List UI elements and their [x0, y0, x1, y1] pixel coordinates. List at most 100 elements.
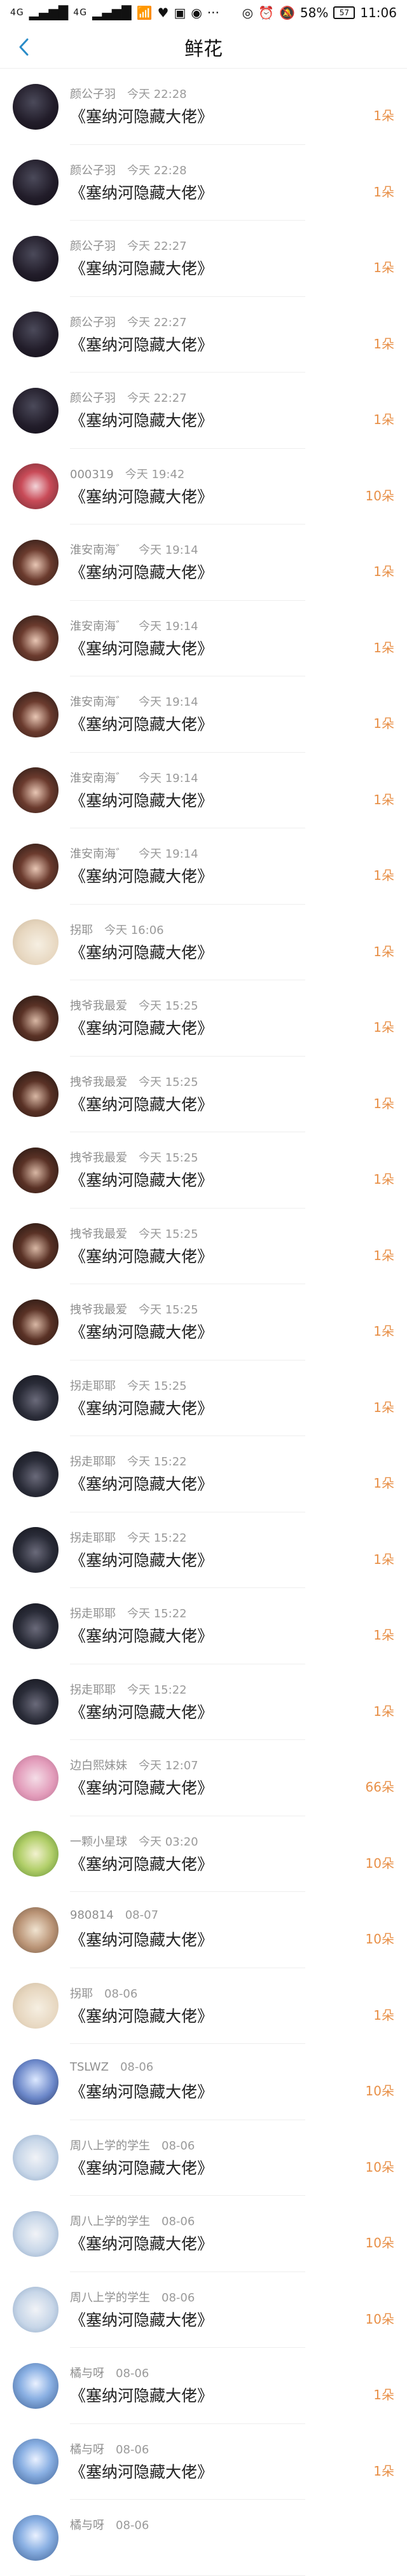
- list-item[interactable]: 周八上学的学生 08-06 《塞纳河隐藏大佬》 10朵: [0, 2120, 407, 2196]
- list-item[interactable]: 000319 今天 19:42 《塞纳河隐藏大佬》 10朵: [0, 449, 407, 525]
- list-item[interactable]: 拐耶 08-06 《塞纳河隐藏大佬》 1朵: [0, 1968, 407, 2045]
- list-item[interactable]: 淮安南海゛ 今天 19:14 《塞纳河隐藏大佬》 1朵: [0, 524, 407, 601]
- avatar[interactable]: [13, 2210, 59, 2257]
- row-body: 颜公子羽 今天 22:27 《塞纳河隐藏大佬》 1朵: [70, 297, 394, 373]
- list-item[interactable]: 橘与呀 08-06 《塞纳河隐藏大佬》 1朵: [0, 2348, 407, 2424]
- avatar[interactable]: [13, 1679, 59, 1725]
- row-body: 拐走耶耶 今天 15:22 《塞纳河隐藏大佬》 1朵: [70, 1664, 394, 1741]
- list-item[interactable]: 拽爷我最爱 今天 15:25 《塞纳河隐藏大佬》 1朵: [0, 1209, 407, 1285]
- avatar[interactable]: [13, 387, 59, 434]
- flower-count: 1朵: [373, 1551, 394, 1567]
- book-title: 《塞纳河隐藏大佬》: [70, 1779, 214, 1797]
- row-meta: 拐走耶耶 今天 15:22: [70, 1681, 187, 1697]
- avatar[interactable]: [13, 1527, 59, 1573]
- avatar[interactable]: [13, 767, 59, 814]
- book-title: 《塞纳河隐藏大佬》: [70, 259, 214, 278]
- avatar[interactable]: [13, 2135, 59, 2181]
- row-meta: 淮安南海゛ 今天 19:14: [70, 693, 198, 709]
- avatar[interactable]: [13, 463, 59, 510]
- list-item[interactable]: 周八上学的学生 08-06 《塞纳河隐藏大佬》 10朵: [0, 2196, 407, 2272]
- flower-count: 1朵: [373, 2007, 394, 2023]
- row-body: 拐走耶耶 今天 15:22 《塞纳河隐藏大佬》 1朵: [70, 1512, 394, 1589]
- sender-name: 拐走耶耶: [70, 1455, 116, 1469]
- list-item[interactable]: 980814 08-07 《塞纳河隐藏大佬》 10朵: [0, 1892, 407, 1968]
- list-item[interactable]: 拐耶 今天 16:06 《塞纳河隐藏大佬》 1朵: [0, 905, 407, 981]
- list-item[interactable]: 淮安南海゛ 今天 19:14 《塞纳河隐藏大佬》 1朵: [0, 601, 407, 677]
- row-meta: TSLWZ 08-06: [70, 2060, 153, 2074]
- avatar[interactable]: [13, 1299, 59, 1345]
- avatar[interactable]: [13, 1907, 59, 1953]
- row-body: 拐耶 08-06 《塞纳河隐藏大佬》 1朵: [70, 1968, 394, 2045]
- list-item[interactable]: 颜公子羽 今天 22:27 《塞纳河隐藏大佬》 1朵: [0, 373, 407, 449]
- list-item[interactable]: 淮安南海゛ 今天 19:14 《塞纳河隐藏大佬》 1朵: [0, 828, 407, 905]
- row-meta: 周八上学的学生 08-06: [70, 2212, 195, 2229]
- heart-icon: ♥: [157, 5, 169, 20]
- list-item[interactable]: 拽爷我最爱 今天 15:25 《塞纳河隐藏大佬》 1朵: [0, 1284, 407, 1360]
- avatar[interactable]: [13, 160, 59, 206]
- send-time: 08-06: [116, 2367, 149, 2380]
- list-item[interactable]: 拽爷我最爱 今天 15:25 《塞纳河隐藏大佬》 1朵: [0, 1057, 407, 1133]
- send-time: 今天 16:06: [104, 923, 164, 937]
- avatar[interactable]: [13, 1375, 59, 1422]
- list-item[interactable]: TSLWZ 08-06 《塞纳河隐藏大佬》 10朵: [0, 2044, 407, 2120]
- list-item[interactable]: 拐走耶耶 今天 15:22 《塞纳河隐藏大佬》 1朵: [0, 1512, 407, 1589]
- book-title: 《塞纳河隐藏大佬》: [70, 335, 214, 354]
- eye-icon: ◎: [242, 5, 254, 20]
- list-item[interactable]: 橘与呀 08-06 《塞纳河隐藏大佬》 1朵: [0, 2424, 407, 2500]
- avatar[interactable]: [13, 2287, 59, 2333]
- chevron-left-icon: [19, 38, 29, 56]
- avatar[interactable]: [13, 312, 59, 358]
- avatar[interactable]: [13, 235, 59, 282]
- list-item[interactable]: 颜公子羽 今天 22:28 《塞纳河隐藏大佬》 1朵: [0, 69, 407, 145]
- book-title: 《塞纳河隐藏大佬》: [70, 563, 214, 582]
- list-item[interactable]: 颜公子羽 今天 22:28 《塞纳河隐藏大佬》 1朵: [0, 145, 407, 221]
- list-item[interactable]: 拐走耶耶 今天 15:22 《塞纳河隐藏大佬》 1朵: [0, 1588, 407, 1664]
- list-item[interactable]: 颜公子羽 今天 22:27 《塞纳河隐藏大佬》 1朵: [0, 297, 407, 373]
- avatar[interactable]: [13, 1831, 59, 1877]
- avatar[interactable]: [13, 2439, 59, 2485]
- send-time: 今天 19:14: [139, 771, 198, 785]
- list-item[interactable]: 拐走耶耶 今天 15:25 《塞纳河隐藏大佬》 1朵: [0, 1360, 407, 1437]
- list-item[interactable]: 一颗小星球 今天 03:20 《塞纳河隐藏大佬》 10朵: [0, 1816, 407, 1893]
- send-time: 08-06: [116, 2442, 149, 2456]
- avatar[interactable]: [13, 2362, 59, 2409]
- list-item[interactable]: 拐走耶耶 今天 15:22 《塞纳河隐藏大佬》 1朵: [0, 1664, 407, 1741]
- list-item[interactable]: 颜公子羽 今天 22:27 《塞纳河隐藏大佬》 1朵: [0, 221, 407, 297]
- row-meta: 拐耶 08-06: [70, 1985, 137, 2001]
- avatar[interactable]: [13, 83, 59, 130]
- avatar[interactable]: [13, 1223, 59, 1270]
- list-item[interactable]: 橘与呀 08-06: [0, 2500, 407, 2576]
- avatar[interactable]: [13, 995, 59, 1041]
- row-meta: 淮安南海゛ 今天 19:14: [70, 617, 198, 634]
- avatar[interactable]: [13, 1603, 59, 1649]
- avatar[interactable]: [13, 615, 59, 662]
- avatar[interactable]: [13, 539, 59, 586]
- list-item[interactable]: 周八上学的学生 08-06 《塞纳河隐藏大佬》 10朵: [0, 2272, 407, 2348]
- avatar[interactable]: [13, 691, 59, 737]
- list-item[interactable]: 拽爷我最爱 今天 15:25 《塞纳河隐藏大佬》 1朵: [0, 1132, 407, 1209]
- flower-count: 1朵: [373, 1247, 394, 1263]
- list-item[interactable]: 淮安南海゛ 今天 19:14 《塞纳河隐藏大佬》 1朵: [0, 676, 407, 753]
- book-title: 《塞纳河隐藏大佬》: [70, 2235, 214, 2253]
- list-item[interactable]: 拽爷我最爱 今天 15:25 《塞纳河隐藏大佬》 1朵: [0, 980, 407, 1057]
- list-item[interactable]: 淮安南海゛ 今天 19:14 《塞纳河隐藏大佬》 1朵: [0, 753, 407, 829]
- avatar[interactable]: [13, 1983, 59, 2029]
- list-item[interactable]: 边白熙妹妹 今天 12:07 《塞纳河隐藏大佬》 66朵: [0, 1740, 407, 1816]
- row-meta: 橘与呀 08-06: [70, 2441, 149, 2457]
- send-time: 08-06: [116, 2519, 149, 2532]
- sender-name: 淮安南海゛: [70, 695, 127, 709]
- avatar[interactable]: [13, 919, 59, 966]
- avatar[interactable]: [13, 843, 59, 889]
- list-item[interactable]: 拐走耶耶 今天 15:22 《塞纳河隐藏大佬》 1朵: [0, 1436, 407, 1512]
- avatar[interactable]: [13, 2514, 59, 2561]
- avatar[interactable]: [13, 2059, 59, 2105]
- row-body: 拐耶 今天 16:06 《塞纳河隐藏大佬》 1朵: [70, 905, 394, 981]
- avatar[interactable]: [13, 1451, 59, 1497]
- back-button[interactable]: [11, 34, 37, 60]
- avatar[interactable]: [13, 1147, 59, 1193]
- avatar[interactable]: [13, 1755, 59, 1801]
- row-meta: 橘与呀 08-06: [70, 2364, 149, 2381]
- book-title: 《塞纳河隐藏大佬》: [70, 2006, 214, 2025]
- send-time: 08-06: [120, 2060, 154, 2074]
- avatar[interactable]: [13, 1071, 59, 1118]
